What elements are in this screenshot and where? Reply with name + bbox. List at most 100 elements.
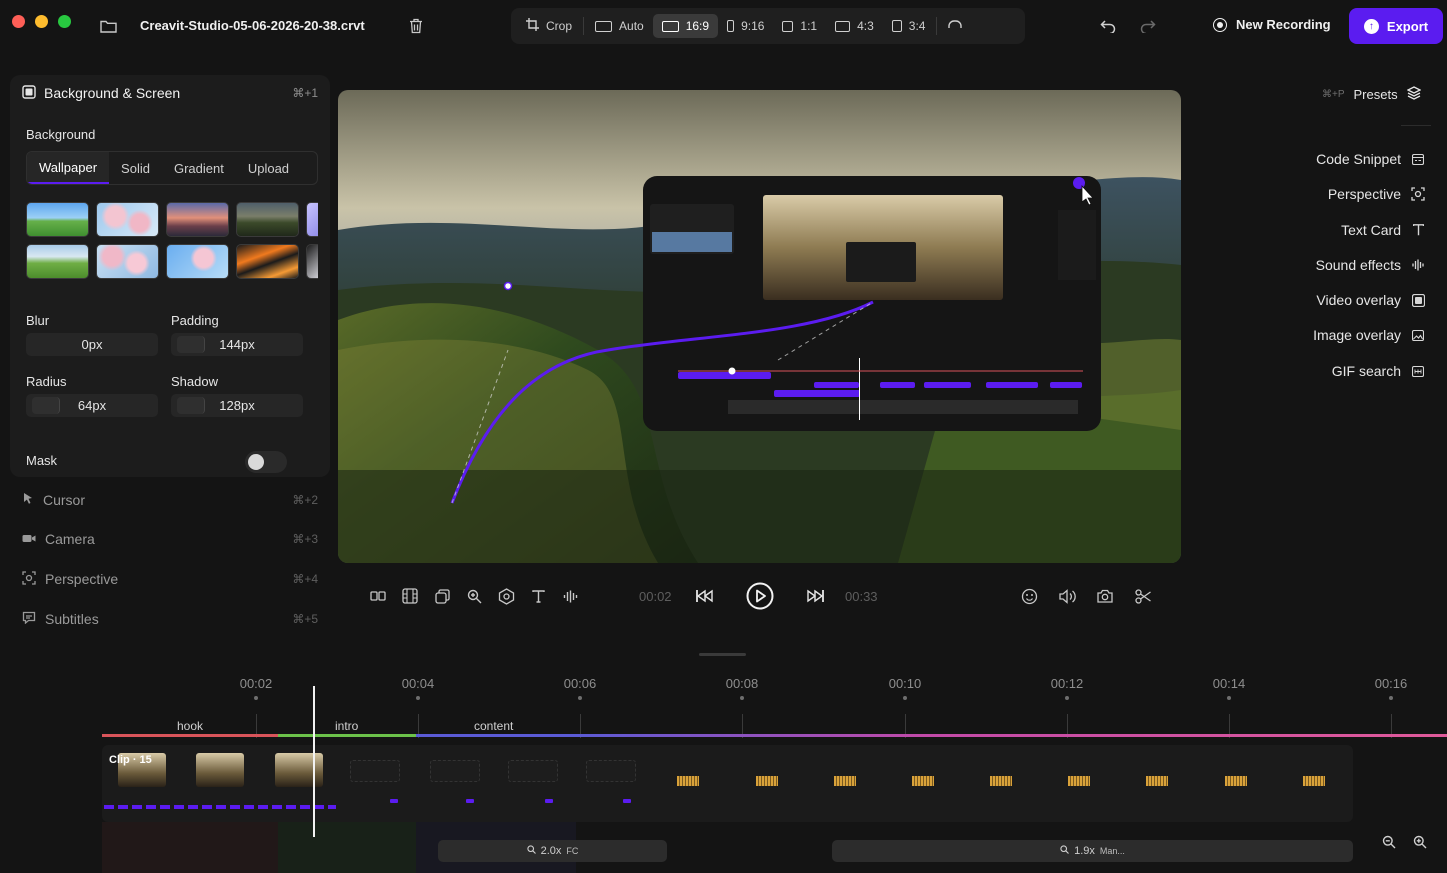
presets-button[interactable]: ⌘+P Presets bbox=[1322, 86, 1422, 103]
screenshot-icon[interactable] bbox=[1095, 586, 1115, 606]
folder-icon[interactable] bbox=[99, 17, 117, 35]
wallpaper-thumb[interactable] bbox=[166, 202, 229, 237]
aspect-16-9-icon bbox=[661, 20, 679, 32]
mask-toggle[interactable] bbox=[245, 451, 287, 473]
wallpaper-thumb[interactable] bbox=[306, 202, 318, 237]
segment-label-content[interactable]: content bbox=[474, 719, 513, 733]
wallpaper-thumb[interactable] bbox=[26, 244, 89, 279]
export-button[interactable]: ↑ Export bbox=[1349, 8, 1443, 44]
timeline-tick: 00:14 bbox=[1212, 676, 1246, 691]
camera-icon bbox=[22, 531, 36, 547]
zoom-in-icon[interactable] bbox=[464, 586, 484, 606]
padding-slider[interactable]: 144px bbox=[171, 333, 303, 356]
tool-perspective[interactable]: Perspective bbox=[1328, 186, 1425, 202]
gif-search-icon bbox=[1411, 364, 1425, 378]
slider-knob[interactable] bbox=[32, 397, 60, 414]
wallpaper-thumb[interactable] bbox=[236, 244, 299, 279]
layers-icon[interactable] bbox=[432, 586, 452, 606]
audio-marker bbox=[677, 776, 699, 786]
wallpaper-thumb[interactable] bbox=[236, 202, 299, 237]
timeline-resize-handle[interactable] bbox=[699, 653, 746, 656]
waveform-icon[interactable] bbox=[560, 586, 580, 606]
crop-button[interactable]: Crop bbox=[517, 14, 581, 38]
radius-slider[interactable]: 64px bbox=[26, 394, 158, 417]
tool-sound-effects[interactable]: Sound effects bbox=[1316, 257, 1425, 273]
clip-thumbnail bbox=[196, 753, 244, 787]
audio-marker bbox=[1225, 776, 1247, 786]
rounded-corners-button[interactable] bbox=[939, 14, 971, 38]
zoom-window-button[interactable] bbox=[58, 15, 71, 28]
audio-marker bbox=[1303, 776, 1325, 786]
play-button[interactable] bbox=[746, 582, 774, 610]
trash-icon[interactable] bbox=[407, 17, 425, 35]
aspect-auto-icon bbox=[595, 20, 613, 32]
export-icon: ↑ bbox=[1363, 18, 1379, 34]
zoom-segment[interactable]: 2.0x FC bbox=[438, 840, 667, 862]
blur-input[interactable]: 0px bbox=[26, 333, 158, 356]
timeline-zoom-out-icon[interactable] bbox=[1382, 835, 1396, 852]
crop-icon bbox=[526, 18, 539, 34]
aspect-1-1-button[interactable]: 1:1 bbox=[773, 14, 826, 38]
tool-gif-search[interactable]: GIF search bbox=[1332, 363, 1425, 379]
zoom-icon bbox=[1060, 845, 1069, 857]
layout-icon[interactable] bbox=[400, 586, 420, 606]
wallpaper-thumb[interactable] bbox=[96, 202, 159, 237]
wallpaper-thumb[interactable] bbox=[96, 244, 159, 279]
segment-bar-hook[interactable] bbox=[102, 734, 278, 737]
tool-code-snippet[interactable]: Code Snippet bbox=[1316, 151, 1425, 167]
text-icon[interactable] bbox=[528, 586, 548, 606]
sidebar-item-perspective[interactable]: Perspective ⌘+4 bbox=[22, 569, 318, 589]
scissors-icon[interactable] bbox=[1133, 586, 1153, 606]
emoji-icon[interactable] bbox=[1019, 586, 1039, 606]
segment-label-intro[interactable]: intro bbox=[335, 719, 358, 733]
tool-video-overlay[interactable]: Video overlay bbox=[1316, 292, 1425, 308]
skip-back-icon[interactable] bbox=[694, 586, 714, 606]
tool-text-card[interactable]: Text Card bbox=[1341, 222, 1425, 238]
wallpaper-thumb[interactable] bbox=[166, 244, 229, 279]
wallpaper-thumb[interactable] bbox=[26, 202, 89, 237]
clip-label: Clip · 15 bbox=[109, 754, 152, 766]
sidebar-item-camera[interactable]: Camera ⌘+3 bbox=[22, 529, 318, 549]
tab-solid[interactable]: Solid bbox=[109, 152, 162, 184]
aspect-16-9-button[interactable]: 16:9 bbox=[652, 14, 719, 38]
perspective-icon[interactable] bbox=[496, 586, 516, 606]
segment-bar-content[interactable] bbox=[416, 734, 576, 737]
slider-knob[interactable] bbox=[177, 336, 205, 353]
segment-bar-intro[interactable] bbox=[278, 734, 416, 737]
new-recording-button[interactable]: New Recording bbox=[1213, 17, 1331, 32]
aspect-3-4-button[interactable]: 3:4 bbox=[883, 14, 935, 38]
aspect-4-3-button[interactable]: 4:3 bbox=[826, 14, 883, 38]
sidebar-item-subtitles[interactable]: Subtitles ⌘+5 bbox=[22, 609, 318, 629]
tab-wallpaper[interactable]: Wallpaper bbox=[27, 152, 110, 184]
panel-header[interactable]: Background & Screen ⌘+1 bbox=[22, 83, 318, 103]
redo-icon[interactable] bbox=[1139, 17, 1157, 35]
timeline-zoom-in-icon[interactable] bbox=[1413, 835, 1427, 852]
tool-image-overlay[interactable]: Image overlay bbox=[1313, 327, 1425, 343]
clip-thumbnail bbox=[508, 760, 558, 782]
tab-upload[interactable]: Upload bbox=[236, 152, 301, 184]
wallpaper-grid bbox=[26, 202, 318, 280]
minimize-window-button[interactable] bbox=[35, 15, 48, 28]
video-preview[interactable] bbox=[338, 90, 1181, 563]
segment-label-hook[interactable]: hook bbox=[177, 719, 203, 733]
shadow-slider[interactable]: 128px bbox=[171, 394, 303, 417]
tab-gradient[interactable]: Gradient bbox=[162, 152, 236, 184]
background-tabs: Wallpaper Solid Gradient Upload bbox=[26, 151, 318, 185]
aspect-3-4-icon bbox=[891, 20, 902, 32]
slider-knob[interactable] bbox=[177, 397, 205, 414]
audio-marker bbox=[756, 776, 778, 786]
split-icon[interactable] bbox=[368, 586, 388, 606]
skip-forward-icon[interactable] bbox=[806, 586, 826, 606]
playhead[interactable] bbox=[313, 686, 315, 837]
video-overlay-icon bbox=[1411, 293, 1425, 307]
zoom-segment[interactable]: 1.9x Man... bbox=[832, 840, 1353, 862]
aspect-auto-button[interactable]: Auto bbox=[586, 14, 653, 38]
undo-icon[interactable] bbox=[1099, 17, 1117, 35]
segment-bar-rest[interactable] bbox=[576, 734, 1447, 737]
wallpaper-thumb[interactable] bbox=[306, 244, 318, 279]
volume-icon[interactable] bbox=[1057, 586, 1077, 606]
close-window-button[interactable] bbox=[12, 15, 25, 28]
audio-marker bbox=[1068, 776, 1090, 786]
aspect-9-16-button[interactable]: 9:16 bbox=[718, 14, 773, 38]
sidebar-item-cursor[interactable]: Cursor ⌘+2 bbox=[22, 490, 318, 510]
